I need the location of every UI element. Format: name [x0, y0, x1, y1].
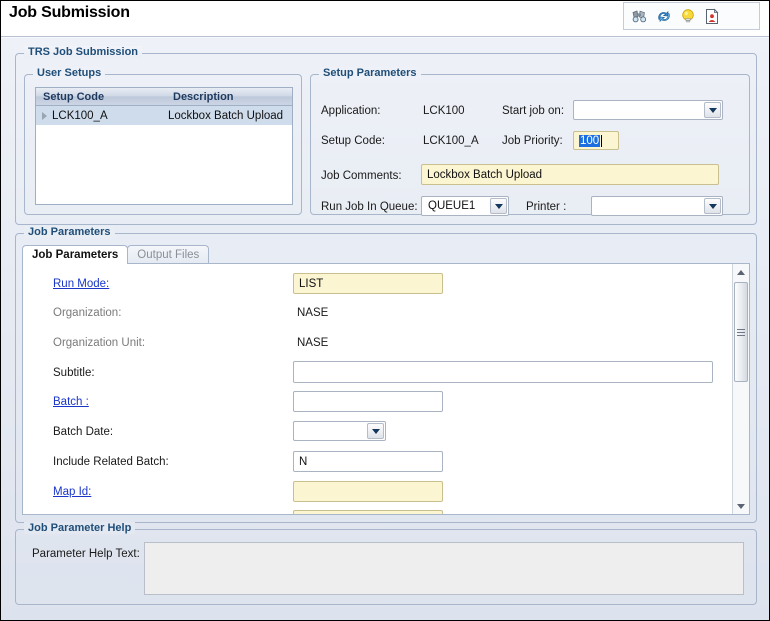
run-mode-input[interactable]: LIST	[293, 273, 443, 294]
page-title: Job Submission	[9, 4, 130, 21]
batch-label-link[interactable]: Batch :	[53, 396, 89, 408]
run-job-in-queue-dropdown[interactable]: QUEUE1	[421, 196, 509, 216]
user-setups-group: User Setups Setup Code Description LCK10…	[24, 67, 302, 215]
run-mode-label-link[interactable]: Run Mode:	[53, 278, 109, 290]
subtitle-input[interactable]	[293, 361, 713, 383]
scroll-down-arrow-icon[interactable]	[733, 498, 749, 514]
job-comments-input[interactable]: Lockbox Batch Upload	[421, 164, 719, 185]
include-related-batch-label: Include Related Batch:	[53, 456, 169, 468]
job-parameter-help-legend: Job Parameter Help	[24, 522, 136, 534]
job-priority-input[interactable]: 100	[573, 131, 619, 150]
parameter-help-text-label: Parameter Help Text:	[32, 548, 140, 560]
job-comments-label: Job Comments:	[321, 170, 402, 182]
organization-value: NASE	[297, 307, 329, 319]
scrollbar-grip-icon	[737, 327, 745, 338]
trs-job-submission-group: TRS Job Submission User Setups Setup Cod…	[15, 46, 757, 225]
table-row[interactable]: LCK100_A Lockbox Batch Upload	[36, 106, 292, 125]
refresh-icon[interactable]	[655, 7, 673, 25]
printer-dropdown[interactable]	[591, 196, 723, 216]
chevron-down-icon[interactable]	[704, 198, 721, 214]
setup-parameters-group: Setup Parameters Application: LCK100 Sta…	[310, 67, 750, 216]
include-related-batch-value: N	[299, 455, 308, 468]
tab-bar: Job Parameters Output Files	[22, 244, 210, 264]
binoculars-icon[interactable]	[631, 7, 649, 25]
chevron-down-icon[interactable]	[490, 198, 507, 214]
application-label: Application:	[321, 105, 381, 117]
job-parameters-legend: Job Parameters	[24, 226, 115, 238]
printer-label: Printer :	[526, 201, 567, 213]
run-mode-value: LIST	[299, 277, 324, 290]
user-setups-table[interactable]: Setup Code Description LCK100_A Lockbox …	[35, 87, 293, 205]
column-header-setup-code[interactable]: Setup Code	[36, 88, 166, 105]
include-related-batch-input[interactable]: N	[293, 451, 443, 472]
run-job-in-queue-label: Run Job In Queue:	[321, 201, 418, 213]
cell-description: Lockbox Batch Upload	[168, 109, 284, 122]
parameter-help-text-area[interactable]	[144, 542, 744, 595]
organization-label: Organization:	[53, 307, 122, 319]
titlebar: Job Submission	[1, 1, 769, 37]
toolbar	[623, 2, 760, 30]
partial-next-input[interactable]	[293, 510, 443, 514]
batch-date-label: Batch Date:	[53, 426, 114, 438]
chevron-down-icon[interactable]	[367, 423, 384, 439]
vertical-scrollbar[interactable]	[732, 264, 749, 514]
job-comments-value: Lockbox Batch Upload	[427, 168, 543, 181]
report-document-icon[interactable]	[703, 7, 721, 25]
row-indicator-arrow-icon	[36, 111, 52, 120]
start-job-on-dropdown[interactable]	[573, 100, 723, 120]
organization-unit-label: Organization Unit:	[53, 337, 146, 349]
job-submission-window: Job Submission TRS Job Submission User S…	[0, 0, 770, 621]
column-header-description[interactable]: Description	[166, 88, 292, 105]
job-parameter-help-group: Job Parameter Help Parameter Help Text:	[15, 522, 757, 605]
batch-date-dropdown[interactable]	[293, 421, 386, 441]
job-parameters-group: Job Parameters Job Parameters Output Fil…	[15, 226, 757, 523]
start-job-on-label: Start job on:	[502, 105, 565, 117]
trs-group-legend: TRS Job Submission	[24, 46, 143, 58]
tab-job-parameters[interactable]: Job Parameters	[22, 245, 129, 264]
setup-code-value: LCK100_A	[423, 135, 479, 147]
job-priority-value: 100	[579, 134, 601, 147]
setup-code-label: Setup Code:	[321, 135, 385, 147]
lightbulb-icon[interactable]	[679, 7, 697, 25]
batch-input[interactable]	[293, 391, 443, 412]
cell-setup-code: LCK100_A	[52, 109, 108, 122]
map-id-label-link[interactable]: Map Id:	[53, 486, 91, 498]
scrollbar-thumb[interactable]	[734, 282, 748, 382]
job-parameters-form: Run Mode: LIST Organization: NASE Organi…	[23, 264, 733, 514]
run-job-in-queue-value: QUEUE1	[428, 200, 476, 212]
map-id-input[interactable]	[293, 481, 443, 502]
user-setups-legend: User Setups	[33, 67, 106, 79]
job-priority-label: Job Priority:	[502, 135, 563, 147]
table-header-row: Setup Code Description	[36, 88, 292, 106]
chevron-down-icon[interactable]	[704, 102, 721, 118]
tab-output-files[interactable]: Output Files	[127, 245, 210, 264]
subtitle-label: Subtitle:	[53, 367, 95, 379]
scroll-up-arrow-icon[interactable]	[733, 264, 749, 280]
organization-unit-value: NASE	[297, 337, 329, 349]
setup-parameters-legend: Setup Parameters	[319, 67, 421, 79]
job-parameters-scroll-panel: Run Mode: LIST Organization: NASE Organi…	[22, 263, 750, 515]
application-value: LCK100	[423, 105, 465, 117]
